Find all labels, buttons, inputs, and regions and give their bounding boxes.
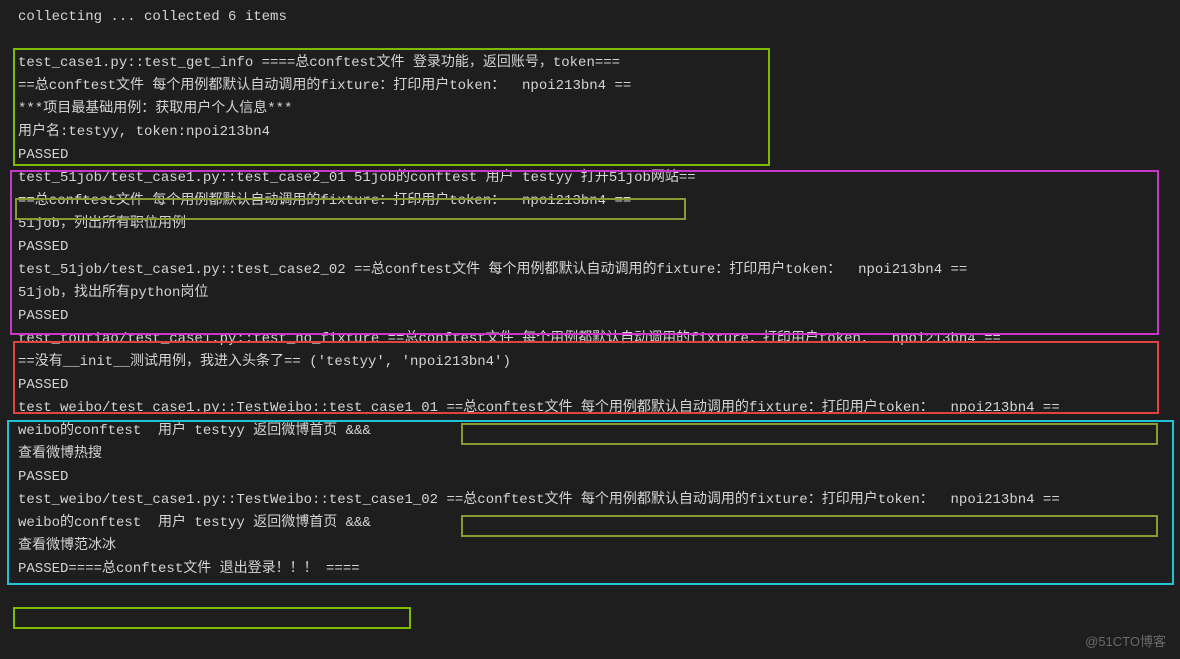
- blank-line: [0, 29, 1180, 52]
- b4-l5a: test_weibo/test_case1.py::TestWeibo::tes…: [18, 492, 446, 508]
- highlight-footer: [13, 607, 411, 629]
- b1-l2: ==总conftest文件 每个用例都默认自动调用的fixture：打印用户to…: [0, 75, 1180, 98]
- b4-l7: 查看微博范冰冰: [0, 535, 1180, 558]
- b4-l2: weibo的conftest 用户 testyy 返回微博首页 &&&: [0, 420, 1180, 443]
- b3-l2: ==没有__init__测试用例，我进入头条了== ('testyy', 'np…: [0, 351, 1180, 374]
- b2-l6: 51job，找出所有python岗位: [0, 282, 1180, 305]
- b4-l5b: ==总conftest文件 每个用例都默认自动调用的fixture：打印用户to…: [446, 492, 1059, 508]
- footer-passed: PASSED====总conftest文件 退出登录！！！ ====: [0, 558, 1180, 581]
- watermark: @51CTO博客: [1085, 630, 1166, 653]
- b4-passed1: PASSED: [0, 466, 1180, 489]
- collecting-line: collecting ... collected 6 items: [0, 6, 1180, 29]
- b2-l1: test_51job/test_case1.py::test_case2_01 …: [0, 167, 1180, 190]
- b2-passed2: PASSED: [0, 305, 1180, 328]
- b3-l1: test_toutiao/test_case1.py::test_no_fixt…: [0, 328, 1180, 351]
- b1-l4: 用户名:testyy, token:npoi213bn4: [0, 121, 1180, 144]
- b2-passed1: PASSED: [0, 236, 1180, 259]
- terminal-output: collecting ... collected 6 items test_ca…: [0, 6, 1180, 581]
- b2-l2: ==总conftest文件 每个用例都默认自动调用的fixture：打印用户to…: [0, 190, 1180, 213]
- b4-l1: test_weibo/test_case1.py::TestWeibo::tes…: [0, 397, 1180, 420]
- b2-l5: test_51job/test_case1.py::test_case2_02 …: [0, 259, 1180, 282]
- b4-l3: 查看微博热搜: [0, 443, 1180, 466]
- b4-l6: weibo的conftest 用户 testyy 返回微博首页 &&&: [0, 512, 1180, 535]
- b3-passed: PASSED: [0, 374, 1180, 397]
- b1-l3: ***项目最基础用例：获取用户个人信息***: [0, 98, 1180, 121]
- b1-l1: test_case1.py::test_get_info ====总confte…: [0, 52, 1180, 75]
- b1-passed: PASSED: [0, 144, 1180, 167]
- b4-l1a: test_weibo/test_case1.py::TestWeibo::tes…: [18, 400, 446, 416]
- b4-l5: test_weibo/test_case1.py::TestWeibo::tes…: [0, 489, 1180, 512]
- b4-l1b: ==总conftest文件 每个用例都默认自动调用的fixture：打印用户to…: [446, 400, 1059, 416]
- b2-l3: 51job，列出所有职位用例: [0, 213, 1180, 236]
